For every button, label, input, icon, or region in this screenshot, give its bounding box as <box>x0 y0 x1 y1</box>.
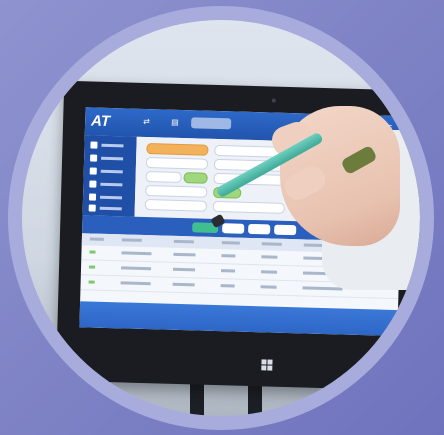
table-cell <box>89 250 96 254</box>
app-logo: AT <box>90 112 111 130</box>
sidebar-item[interactable] <box>89 179 129 190</box>
table-cell <box>172 267 196 272</box>
table-cell <box>120 281 151 286</box>
action-button[interactable] <box>274 224 297 236</box>
table-header-cell <box>89 237 104 241</box>
camera-icon <box>271 98 276 103</box>
table-cell <box>220 284 235 288</box>
table-header-cell <box>173 239 194 244</box>
table-header-cell <box>261 242 282 246</box>
windows-logo-icon[interactable] <box>261 359 273 371</box>
form-field-highlight[interactable] <box>146 143 209 156</box>
table-cell <box>89 265 96 269</box>
table-cell <box>260 285 277 289</box>
form-field[interactable] <box>145 171 182 184</box>
footer-bar <box>79 301 398 337</box>
form-field[interactable] <box>145 185 208 198</box>
sidebar-item[interactable] <box>88 203 129 214</box>
table-cell <box>261 255 278 259</box>
sidebar-item[interactable] <box>90 140 130 151</box>
form-field-active[interactable] <box>183 172 208 184</box>
table-cell <box>221 254 236 258</box>
sidebar-item[interactable] <box>88 192 129 203</box>
action-button[interactable] <box>222 223 245 234</box>
sidebar-item[interactable] <box>89 166 130 177</box>
sidebar <box>82 135 137 217</box>
table-header-cell <box>121 238 142 242</box>
status-pill <box>190 117 232 130</box>
table-cell <box>302 286 343 291</box>
table-cell <box>172 282 195 287</box>
document-icon[interactable]: ▤ <box>171 118 179 127</box>
sidebar-item[interactable] <box>90 153 130 164</box>
table-cell <box>121 266 152 271</box>
table-cell <box>88 280 95 284</box>
table-cell <box>121 251 152 256</box>
photo-circle: AT ⇄ ▤ ☰ <box>22 20 420 416</box>
form-field[interactable] <box>144 198 207 212</box>
table-cell <box>260 270 278 274</box>
sync-icon[interactable]: ⇄ <box>143 117 150 126</box>
action-button[interactable] <box>248 223 271 235</box>
table-cell <box>173 252 196 257</box>
table-cell <box>220 269 236 273</box>
table-header-cell <box>221 241 240 245</box>
form-field[interactable] <box>212 200 285 214</box>
form-field[interactable] <box>145 157 209 170</box>
